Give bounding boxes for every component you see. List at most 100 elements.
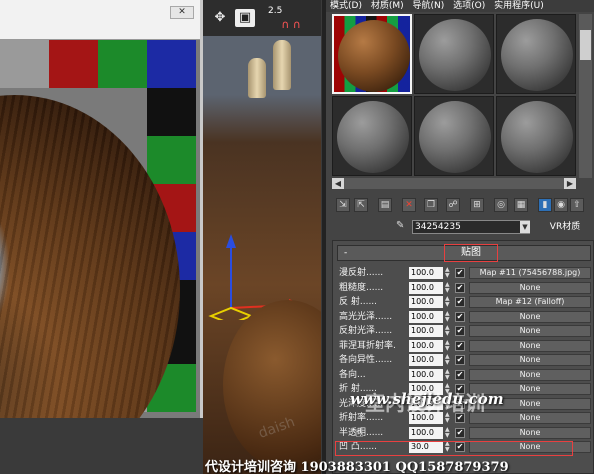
hand-cursor-icon: ☝ <box>355 425 364 441</box>
sample-slot-1[interactable] <box>332 14 412 94</box>
contact-watermark: 代设计培训咨询 1903883301 QQ1587879379 <box>205 460 509 474</box>
map-amount-field[interactable]: 100.0 <box>409 281 443 294</box>
spinner-icon[interactable]: ▲ ▼ <box>445 354 451 366</box>
assign-to-selection-icon[interactable]: ▤ <box>378 198 392 212</box>
map-slot-button[interactable]: None <box>469 412 591 424</box>
map-amount-field[interactable]: 100.0 <box>409 368 443 381</box>
show-end-result-icon[interactable]: ◉ <box>554 198 568 212</box>
map-amount-field[interactable]: 100.0 <box>409 354 443 366</box>
url-watermark: www.shejiedu.com <box>350 390 504 408</box>
slots-horizontal-scrollbar[interactable]: ◀ ▶ <box>332 178 576 189</box>
map-label: 高光光泽...... <box>339 311 393 322</box>
spinner-icon[interactable]: ▲ ▼ <box>445 426 451 439</box>
sphere-highlight <box>0 213 10 323</box>
spinner-icon[interactable]: ▲ ▼ <box>445 310 451 323</box>
map-amount-field[interactable]: 100.0 <box>409 296 443 308</box>
map-enable-checkbox[interactable]: ✔ <box>455 326 465 336</box>
sample-slot-3[interactable] <box>496 14 576 94</box>
show-in-viewport-icon[interactable]: ▮ <box>538 198 552 212</box>
map-amount-field[interactable]: 100.0 <box>409 339 443 352</box>
eyedropper-icon[interactable]: ✎ <box>396 220 408 234</box>
map-enable-checkbox[interactable]: ✔ <box>455 282 465 293</box>
put-to-library-icon[interactable]: ⊞ <box>470 198 484 212</box>
map-enable-checkbox[interactable]: ✔ <box>455 340 465 351</box>
scroll-left-icon[interactable]: ◀ <box>332 178 344 189</box>
menu-utilities[interactable]: 实用程序(U) <box>494 1 544 11</box>
map-slot-button[interactable]: Map #12 (Falloff) <box>469 296 591 308</box>
put-to-scene-icon[interactable]: ⇱ <box>354 198 368 212</box>
3d-viewport[interactable]: ✥ ▣ 2.5 ∩ ∩ daish <box>203 0 321 474</box>
map-label: 菲涅耳折射率. <box>339 340 396 351</box>
map-amount-field[interactable]: 100.0 <box>409 267 443 279</box>
sample-slots <box>332 14 576 178</box>
maps-rollout-header[interactable]: - 贴图 <box>337 244 591 262</box>
map-slot-button[interactable]: None <box>469 339 591 352</box>
sample-slot-2[interactable] <box>414 14 494 94</box>
menu-navigation[interactable]: 导航(N) <box>413 1 445 11</box>
spinner-icon[interactable]: ▲ ▼ <box>445 281 451 294</box>
close-button[interactable]: ✕ <box>170 6 194 19</box>
map-enable-checkbox[interactable]: ✔ <box>455 268 465 278</box>
map-label: 反射光泽...... <box>339 326 393 336</box>
checker-background <box>0 40 200 418</box>
collapse-icon[interactable]: - <box>344 248 347 258</box>
menu-material[interactable]: 材质(M) <box>371 1 404 11</box>
map-row: 漫反射...... 100.0 ▲ ▼ ✔ Map #11 (75456788.jpg) <box>339 267 594 280</box>
slots-vertical-scrollbar[interactable] <box>579 14 592 178</box>
map-enable-checkbox[interactable]: ✔ <box>455 311 465 322</box>
map-row: 反射光泽...... 100.0 ▲ ▼ ✔ None <box>339 325 594 338</box>
map-slot-button[interactable]: None <box>469 325 591 337</box>
reset-map-icon[interactable]: ✕ <box>402 198 416 212</box>
make-copy-icon[interactable]: ❐ <box>424 198 438 212</box>
make-unique-icon[interactable]: ☍ <box>446 198 460 212</box>
map-label: 半透明...... <box>339 427 384 438</box>
map-row: 粗糙度...... 100.0 ▲ ▼ ✔ None <box>339 281 594 295</box>
material-id-icon[interactable]: ◎ <box>494 198 508 212</box>
material-type-button[interactable]: VR材质 <box>536 220 594 234</box>
menu-options[interactable]: 选项(O) <box>453 1 485 11</box>
checker-cell <box>0 40 49 88</box>
map-slot-button[interactable]: None <box>469 368 591 381</box>
map-amount-field[interactable]: 100.0 <box>409 325 443 337</box>
scroll-right-icon[interactable]: ▶ <box>564 178 576 189</box>
sample-slot-5[interactable] <box>414 96 494 176</box>
sample-sphere <box>419 101 491 173</box>
go-to-parent-icon[interactable]: ⇧ <box>570 198 584 212</box>
map-slot-button[interactable]: None <box>469 426 591 439</box>
map-enable-checkbox[interactable]: ✔ <box>455 427 465 438</box>
map-enable-checkbox[interactable]: ✔ <box>455 355 465 365</box>
render-frame-icon[interactable]: ▣ <box>235 9 255 27</box>
map-label: 各向... <box>339 369 366 380</box>
map-amount-field[interactable]: 100.0 <box>409 310 443 323</box>
chess-piece <box>248 58 266 98</box>
preview-titlebar: ✕ <box>0 0 200 40</box>
scrollbar-thumb[interactable] <box>580 30 591 60</box>
map-slot-button[interactable]: None <box>469 310 591 323</box>
show-map-icon[interactable]: ▦ <box>514 198 528 212</box>
map-enable-checkbox[interactable]: ✔ <box>455 297 465 307</box>
sample-slot-4[interactable] <box>332 96 412 176</box>
map-label: 粗糙度...... <box>339 282 384 293</box>
snap-icon[interactable]: ∩ ∩ <box>267 16 315 34</box>
map-label: 反 射...... <box>339 297 378 307</box>
bump-row-highlight <box>335 441 573 456</box>
map-slot-button[interactable]: Map #11 (75456788.jpg) <box>469 267 591 279</box>
chevron-down-icon[interactable]: ▼ <box>520 221 530 233</box>
spinner-icon[interactable]: ▲ ▼ <box>445 325 451 337</box>
map-enable-checkbox[interactable]: ✔ <box>455 369 465 380</box>
spinner-icon[interactable]: ▲ ▼ <box>445 267 451 279</box>
map-amount-field[interactable]: 100.0 <box>409 426 443 439</box>
checker-cell <box>147 88 196 136</box>
material-name-field[interactable]: 34254235 <box>412 220 530 234</box>
spinner-icon[interactable]: ▲ ▼ <box>445 339 451 352</box>
move-icon[interactable]: ✥ <box>211 9 229 27</box>
sample-slot-6[interactable] <box>496 96 576 176</box>
menu-mode[interactable]: 模式(D) <box>330 1 362 11</box>
map-slot-button[interactable]: None <box>469 354 591 366</box>
sample-sphere <box>338 20 410 92</box>
map-slot-button[interactable]: None <box>469 281 591 294</box>
maps-rollout-title: 贴图 <box>444 244 498 262</box>
spinner-icon[interactable]: ▲ ▼ <box>445 368 451 381</box>
spinner-icon[interactable]: ▲ ▼ <box>445 296 451 308</box>
get-material-icon[interactable]: ⇲ <box>336 198 350 212</box>
